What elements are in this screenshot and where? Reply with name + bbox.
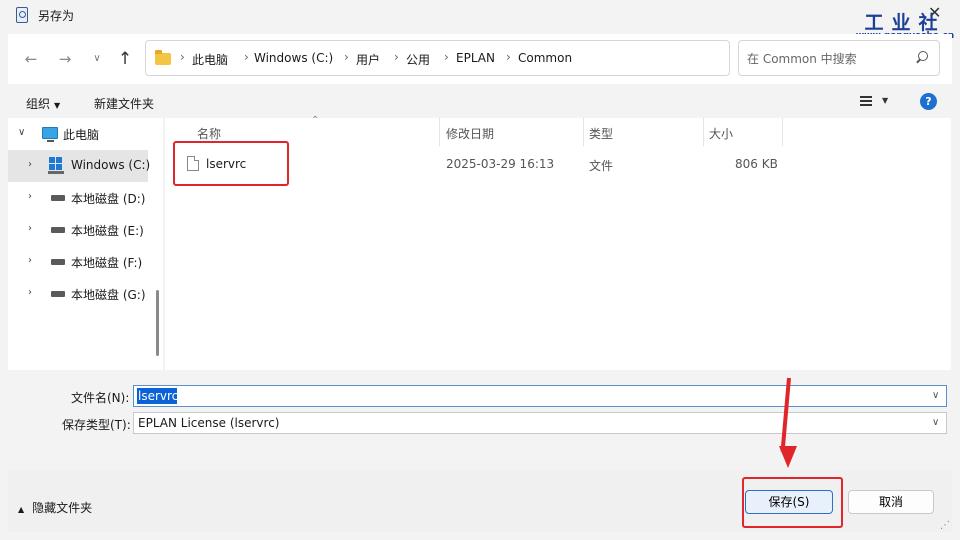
dialog-title: 另存为 [38,9,75,23]
annotation-arrow-head-icon [779,446,797,468]
sidebar-item-label: 本地磁盘 (G:) [71,288,146,302]
breadcrumb-item[interactable]: 用户 [356,51,380,68]
organize-menu-button[interactable]: 组织 ▼ [26,95,60,112]
sidebar-item-drive-e[interactable]: › 本地磁盘 (E:) [8,214,148,246]
view-list-icon[interactable] [860,96,872,106]
file-icon [187,156,199,171]
sidebar-item-windows-c[interactable]: › Windows (C:) [8,150,151,182]
pc-icon [42,127,58,142]
column-divider[interactable] [583,118,584,146]
collapsed-chevron-icon[interactable]: › [28,223,32,234]
collapsed-chevron-icon[interactable]: › [28,159,32,170]
filetype-selected-value: EPLAN License (lservrc) [138,416,280,430]
filetype-label: 保存类型(T): [62,418,131,432]
breadcrumb-separator-icon[interactable]: › [394,50,399,64]
sidebar-item-this-pc[interactable]: ∨ 此电脑 [8,118,148,150]
file-modified-date: 2025-03-29 16:13 [446,157,555,171]
sort-ascending-icon: ⌃ [311,115,320,126]
collapsed-chevron-icon[interactable]: › [28,191,32,202]
file-name[interactable]: lservrc [206,157,246,171]
sidebar-item-label: Windows (C:) [71,158,151,172]
dialog-footer: ▲ 隐藏文件夹 保存(S) 取消 [8,470,952,532]
sidebar-item-drive-d[interactable]: › 本地磁盘 (D:) [8,182,148,214]
navigation-pane: ∨ 此电脑 › Windows (C:) › 本地磁盘 (D:) › 本地磁盘 … [8,118,163,370]
filename-input[interactable] [138,387,918,405]
save-button[interactable]: 保存(S) [745,490,833,514]
column-divider[interactable] [703,118,704,146]
breadcrumb-separator-icon[interactable]: › [344,50,349,64]
back-arrow-icon[interactable]: ← [20,48,42,70]
column-header-type[interactable]: 类型 [589,125,613,142]
view-options-caret-icon[interactable]: ▼ [882,96,888,105]
save-form: 文件名(N): ∨ 保存类型(T): EPLAN License (lservr… [8,372,952,468]
file-size: 806 KB [735,157,778,171]
sidebar-item-drive-f[interactable]: › 本地磁盘 (F:) [8,246,148,278]
forward-arrow-icon[interactable]: → [54,48,76,70]
breadcrumb-separator-icon[interactable]: › [444,50,449,64]
hide-folders-toggle[interactable]: ▲ 隐藏文件夹 [18,499,92,516]
folder-icon [155,50,171,65]
column-divider[interactable] [439,118,440,146]
breadcrumb-separator-icon[interactable]: › [244,50,249,64]
filetype-select[interactable]: EPLAN License (lservrc) ∨ [133,412,947,434]
up-arrow-icon[interactable]: ↑ [114,48,136,70]
new-folder-button[interactable]: 新建文件夹 [94,95,154,112]
collapsed-chevron-icon[interactable]: › [28,287,32,298]
column-header-size[interactable]: 大小 [709,125,733,142]
breadcrumb-item[interactable]: Common [518,51,572,65]
breadcrumb-item[interactable]: Windows (C:) [254,51,333,65]
chevron-up-icon: ▲ [18,505,25,514]
caret-down-icon: ▼ [54,101,61,110]
search-icon[interactable] [915,50,929,64]
breadcrumb-item[interactable]: 此电脑 [192,51,228,68]
filetype-dropdown-chevron-icon[interactable]: ∨ [932,417,939,428]
save-as-dialog: 另存为 ✕ 工业社 www.gongyeshe.cn ← → ∨ ↑ › 此电脑… [0,0,960,540]
sidebar-item-label: 本地磁盘 (F:) [71,256,143,270]
sidebar-item-drive-g[interactable]: › 本地磁盘 (G:) [8,278,148,310]
breadcrumb-item[interactable]: EPLAN [456,51,495,65]
filename-dropdown-chevron-icon[interactable]: ∨ [932,390,939,401]
title-bar: 另存为 ✕ [0,0,960,30]
recent-locations-chevron-icon[interactable]: ∨ [86,48,108,70]
breadcrumb-item[interactable]: 公用 [406,51,430,68]
breadcrumb-separator-icon[interactable]: › [506,50,511,64]
drive-icon [51,291,65,297]
organize-label: 组织 [26,97,51,111]
windows-drive-icon [48,157,64,174]
drive-icon [51,259,65,265]
address-bar[interactable]: › 此电脑 › Windows (C:) › 用户 › 公用 › EPLAN ›… [145,40,848,76]
sidebar-item-label: 本地磁盘 (D:) [71,192,146,206]
help-icon[interactable]: ? [920,93,937,110]
resize-grip-icon[interactable]: ⋰ [940,520,950,531]
breadcrumb-separator-icon[interactable]: › [180,50,185,64]
sidebar-scrollbar[interactable] [156,290,159,356]
hide-folders-label: 隐藏文件夹 [32,501,93,515]
navigation-bar: ← → ∨ ↑ › 此电脑 › Windows (C:) › 用户 › 公用 ›… [8,34,952,84]
expanded-chevron-icon[interactable]: ∨ [18,127,25,138]
sidebar-item-label: 此电脑 [63,128,100,142]
drive-icon [51,195,65,201]
search-box[interactable] [738,40,940,76]
file-list: ⌃ 名称 修改日期 类型 大小 lservrc 2025-03-29 16:13… [165,115,951,370]
filename-label: 文件名(N): [71,391,130,405]
search-input[interactable] [747,50,907,68]
dialog-icon [16,7,28,23]
filename-combobox[interactable]: ∨ [133,385,947,407]
collapsed-chevron-icon[interactable]: › [28,255,32,266]
file-type: 文件 [589,159,614,173]
drive-icon [51,227,65,233]
column-divider[interactable] [782,118,783,146]
column-header-date[interactable]: 修改日期 [446,125,494,142]
column-header-name[interactable]: 名称 [197,125,221,142]
cancel-button[interactable]: 取消 [848,490,934,514]
command-toolbar: 组织 ▼ 新建文件夹 ▼ ? [8,88,952,116]
sidebar-item-label: 本地磁盘 (E:) [71,224,144,238]
